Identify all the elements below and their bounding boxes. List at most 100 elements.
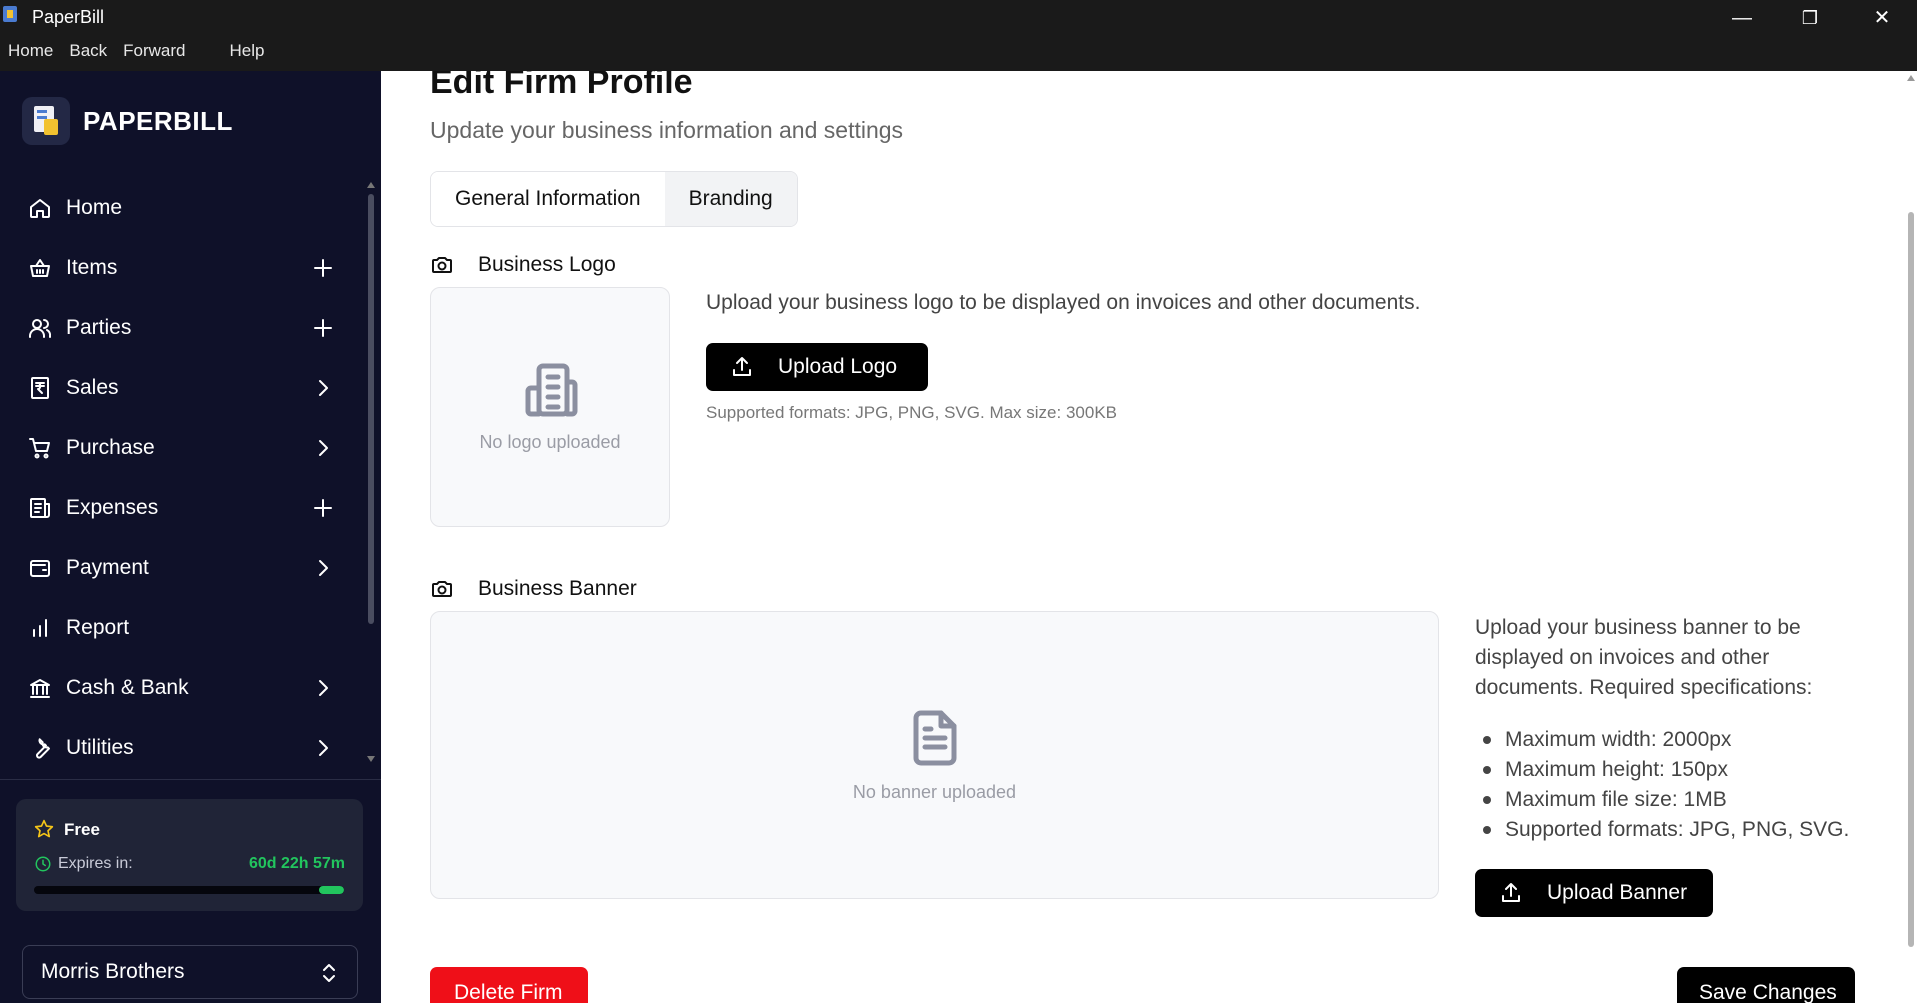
main-content: Edit Firm Profile Update your business i…: [381, 71, 1917, 1003]
plan-progress-bar: [34, 886, 344, 894]
document-icon: [913, 710, 957, 766]
sidebar-item-label: Expenses: [66, 496, 159, 519]
sidebar-item-expenses[interactable]: Expenses: [0, 478, 360, 538]
close-button[interactable]: ✕: [1852, 2, 1912, 34]
tab-branding[interactable]: Branding: [664, 172, 797, 226]
star-icon: [34, 819, 54, 838]
menu-forward[interactable]: Forward: [115, 38, 193, 68]
delete-firm-button[interactable]: Delete Firm: [430, 967, 588, 1003]
menu-home[interactable]: Home: [0, 38, 61, 68]
brand-name: PAPERBILL: [83, 105, 233, 136]
logo-formats-note: Supported formats: JPG, PNG, SVG. Max si…: [706, 403, 1117, 422]
expires-label: Expires in:: [58, 855, 133, 872]
sidebar-item-label: Purchase: [66, 436, 155, 459]
sidebar-nav: Home Items Parties Sales Purchase Expens…: [0, 178, 360, 778]
sidebar-item-label: Payment: [66, 556, 149, 579]
plus-icon[interactable]: [311, 256, 335, 280]
bank-icon: [28, 676, 52, 700]
save-changes-button[interactable]: Save Changes: [1677, 967, 1855, 1003]
menu-help[interactable]: Help: [222, 38, 273, 68]
minimize-button[interactable]: —: [1712, 2, 1772, 34]
sidebar-item-payment[interactable]: Payment: [0, 538, 360, 598]
expires-value: 60d 22h 57m: [248, 855, 345, 872]
paperbill-logo-icon: [22, 97, 70, 145]
list-item: Supported formats: JPG, PNG, SVG.: [1475, 815, 1849, 845]
cart-icon: [28, 436, 52, 460]
sidebar-item-label: Parties: [66, 316, 132, 339]
title-bar: PaperBill — ❐ ✕ Home Back Forward Help: [0, 0, 1917, 71]
sidebar-item-sales[interactable]: Sales: [0, 358, 360, 418]
upload-icon: [1502, 883, 1520, 902]
page-subtitle: Update your business information and set…: [430, 117, 904, 143]
home-icon: [28, 196, 52, 220]
upload-logo-button[interactable]: Upload Logo: [706, 343, 928, 391]
firm-name: Morris Brothers: [41, 960, 185, 983]
sidebar-item-label: Utilities: [66, 736, 134, 759]
sidebar-item-parties[interactable]: Parties: [0, 298, 360, 358]
banner-description: Upload your business banner to be displa…: [1475, 616, 1813, 699]
window-title: PaperBill: [32, 7, 105, 27]
clock-icon: [35, 856, 51, 872]
banner-preview[interactable]: No banner uploaded: [430, 611, 1439, 899]
sidebar-item-cash-bank[interactable]: Cash & Bank: [0, 658, 360, 718]
tab-bar: General Information Branding: [430, 171, 798, 227]
app-icon: [3, 6, 17, 22]
upload-banner-button[interactable]: Upload Banner: [1475, 869, 1713, 917]
logo-heading: Business Logo: [478, 253, 616, 276]
upload-icon: [733, 357, 751, 376]
sidebar-item-items[interactable]: Items: [0, 238, 360, 298]
chevron-right-icon[interactable]: [311, 676, 335, 700]
tab-general-information[interactable]: General Information: [431, 172, 665, 226]
chevron-right-icon[interactable]: [311, 556, 335, 580]
sidebar-item-purchase[interactable]: Purchase: [0, 418, 360, 478]
plus-icon[interactable]: [311, 496, 335, 520]
banner-heading: Business Banner: [478, 577, 637, 600]
logo-preview[interactable]: No logo uploaded: [430, 287, 670, 527]
plan-card: Free Expires in: 60d 22h 57m: [16, 799, 363, 911]
logo-section-heading: Business Logo: [430, 253, 616, 277]
menu-back[interactable]: Back: [61, 38, 115, 68]
plan-progress-fill: [319, 886, 344, 894]
bar-chart-icon: [28, 616, 52, 640]
chevron-right-icon[interactable]: [311, 436, 335, 460]
sidebar-item-label: Sales: [66, 376, 119, 399]
sidebar-item-utilities[interactable]: Utilities: [0, 718, 360, 778]
sidebar-item-label: Report: [66, 616, 130, 639]
sidebar-item-label: Cash & Bank: [66, 676, 189, 699]
basket-icon: [28, 256, 52, 280]
sidebar-divider: [0, 779, 381, 780]
logo-description: Upload your business logo to be displaye…: [706, 291, 1421, 314]
building-icon: [525, 363, 578, 417]
banner-section-heading: Business Banner: [430, 577, 637, 601]
page-title: Edit Firm Profile: [430, 71, 693, 101]
menu-bar: Home Back Forward Help: [0, 38, 272, 68]
chevron-right-icon[interactable]: [311, 376, 335, 400]
sidebar-scrollbar[interactable]: [367, 182, 375, 762]
sidebar-item-report[interactable]: Report: [0, 598, 360, 658]
sidebar-item-home[interactable]: Home: [0, 178, 360, 238]
sidebar-item-label: Home: [66, 196, 123, 219]
upload-logo-label: Upload Logo: [778, 355, 898, 378]
brand[interactable]: PAPERBILL: [22, 97, 233, 145]
camera-icon: [432, 257, 452, 273]
chevron-right-icon[interactable]: [311, 736, 335, 760]
users-icon: [28, 316, 52, 340]
list-item: Maximum height: 150px: [1475, 755, 1849, 785]
main-scrollbar[interactable]: [1905, 71, 1917, 1003]
list-item: Maximum width: 2000px: [1475, 725, 1849, 755]
wrench-icon: [28, 736, 52, 760]
upload-banner-label: Upload Banner: [1547, 881, 1688, 904]
wallet-icon: [28, 556, 52, 580]
expense-icon: [28, 496, 52, 520]
banner-spec-list: Maximum width: 2000px Maximum height: 15…: [1475, 725, 1849, 845]
banner-placeholder-text: No banner uploaded: [852, 782, 1017, 802]
receipt-icon: [28, 376, 52, 400]
list-item: Maximum file size: 1MB: [1475, 785, 1849, 815]
maximize-button[interactable]: ❐: [1780, 2, 1840, 34]
plan-name: Free: [64, 820, 100, 839]
camera-icon: [432, 581, 452, 597]
plus-icon[interactable]: [311, 316, 335, 340]
logo-placeholder-text: No logo uploaded: [479, 432, 621, 452]
firm-selector[interactable]: Morris Brothers: [22, 945, 358, 999]
sidebar-item-label: Items: [66, 256, 118, 279]
